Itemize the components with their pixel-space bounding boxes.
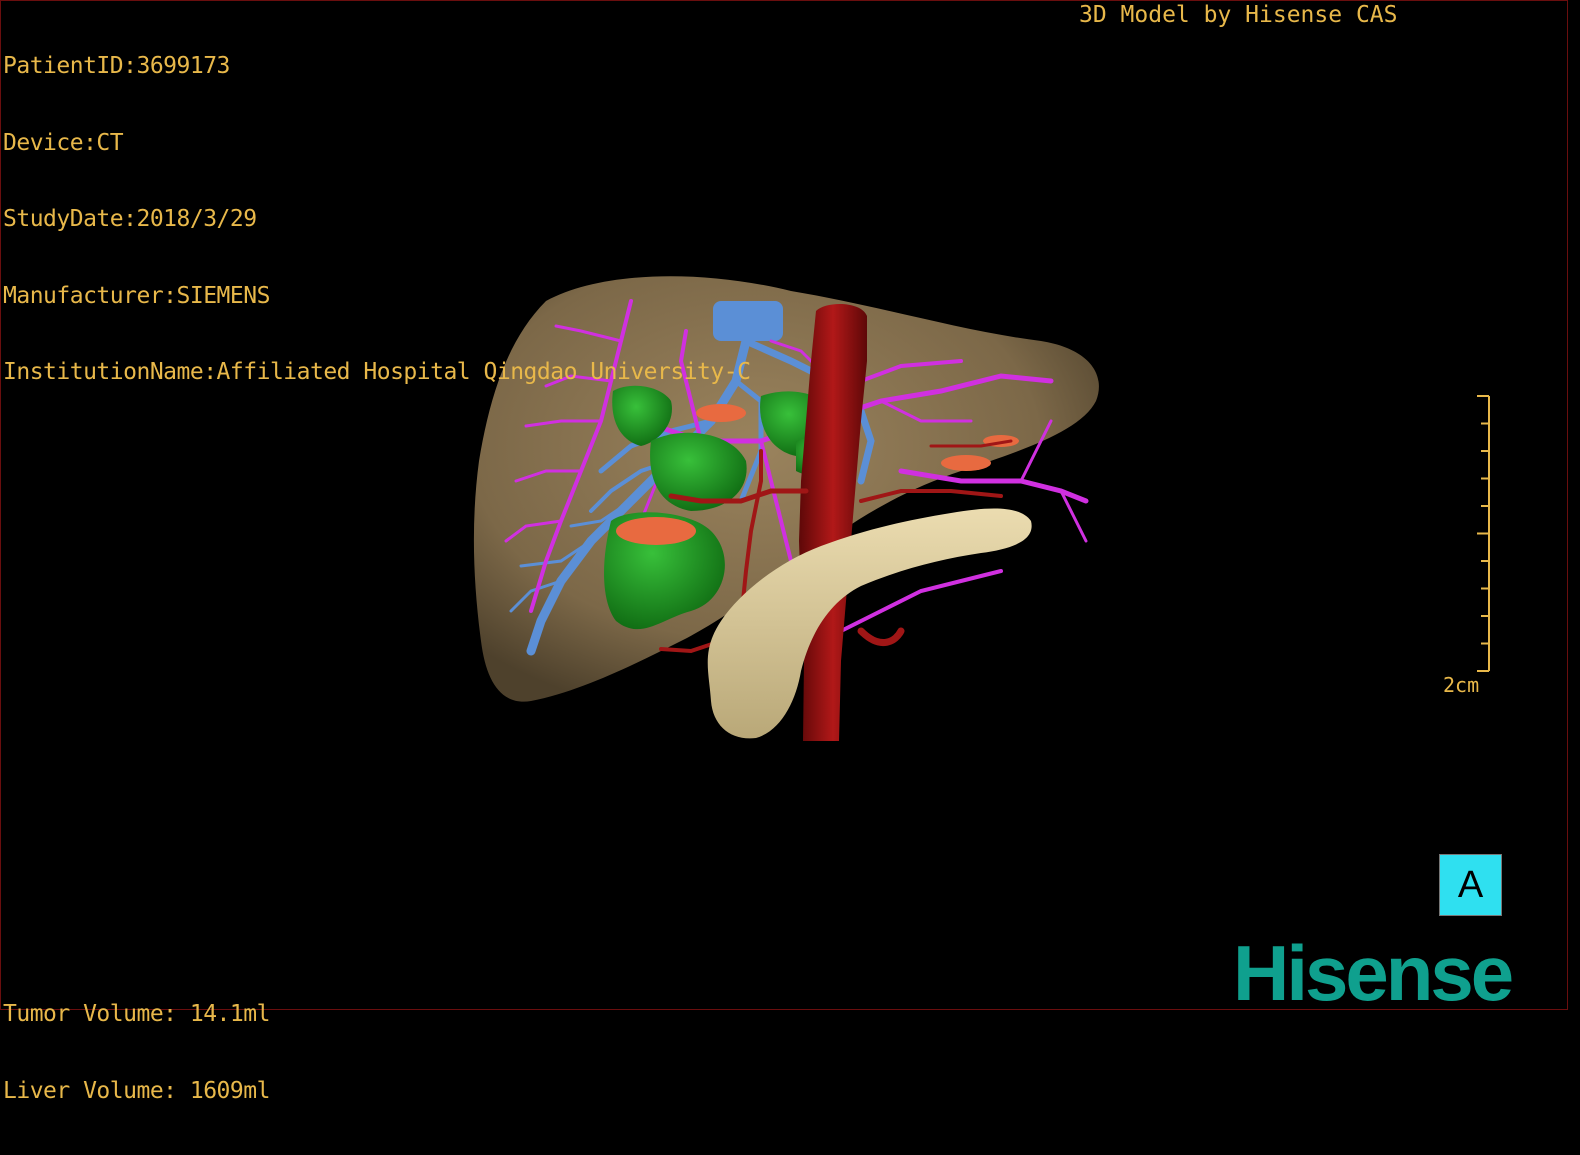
scale-bar	[1477, 395, 1490, 672]
scale-bar-label: 2cm	[1443, 673, 1480, 697]
tumor-volume-text: Tumor Volume: 14.1ml	[3, 1001, 270, 1027]
orientation-label: A	[1457, 863, 1484, 906]
orientation-cube-button[interactable]: A	[1439, 854, 1502, 916]
volume-overlay: Tumor Volume: 14.1ml Liver Volume: 1609m…	[3, 951, 270, 1155]
device-text: Device:CT	[3, 129, 124, 156]
study-date-text: StudyDate:2018/3/29	[3, 206, 257, 232]
manufacturer-text: Manufacturer:SIEMENS	[3, 282, 270, 309]
patient-id-text: PatientID:3699173	[3, 53, 230, 79]
model-credit-text: 3D Model by Hisense CAS	[1079, 2, 1398, 28]
institution-text: InstitutionName:Affiliated Hospital Qing…	[3, 359, 751, 385]
patient-info-overlay: PatientID:3699173 Device:CT StudyDate:20…	[3, 3, 751, 437]
3d-viewport[interactable]: PatientID:3699173 Device:CT StudyDate:20…	[0, 0, 1568, 1103]
hisense-logo: Hisense	[1233, 929, 1514, 1017]
liver-volume-text: Liver Volume: 1609ml	[3, 1077, 270, 1104]
